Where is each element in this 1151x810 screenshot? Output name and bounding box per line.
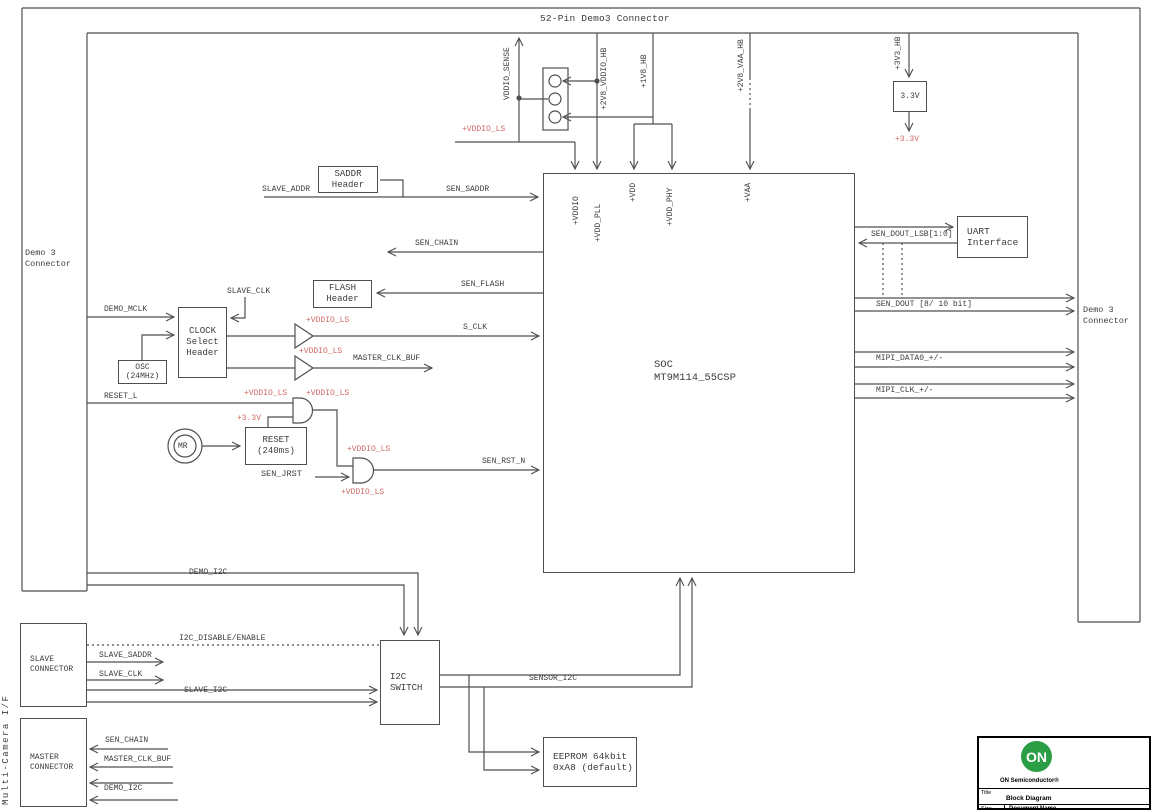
rail-vddio-ls-gate2b: +VDDIO_LS: [341, 488, 384, 497]
net-demo-i2c-master: DEMO_I2C: [104, 784, 142, 793]
rail-vddio-ls-buf2: +VDDIO_LS: [299, 347, 342, 356]
net-slave-addr: SLAVE_ADDR: [262, 185, 310, 194]
net-master-clk-buf: MASTER_CLK_BUF: [353, 354, 420, 363]
rail-vddio-ls-buf1: +VDDIO_LS: [306, 316, 349, 325]
multicam-if-label: Multi-Camera I/F: [2, 695, 10, 805]
net-mipi-data0: MIPI_DATA0_+/-: [876, 354, 943, 363]
net-2v8-vaa-hb: +2V8_VAA_HB: [738, 39, 746, 92]
docname-label: Document Name: [1009, 806, 1056, 810]
net-3v3-hb: +3V3_HB: [895, 36, 903, 70]
soc-pin-vaa: +VAA: [745, 183, 753, 202]
net-i2c-disable: I2C_DISABLE/ENABLE: [179, 634, 265, 643]
master-connector-box: MASTER CONNECTOR: [20, 718, 87, 807]
flash-header-box: FLASH Header: [313, 280, 372, 308]
mr-button-label: MR: [178, 442, 188, 451]
on-semiconductor-logo: ON: [1021, 741, 1052, 772]
rail-vddio-ls-gate1a: +VDDIO_LS: [244, 389, 287, 398]
left-connector-label: Demo 3 Connector: [25, 248, 71, 270]
schematic-canvas: 52-Pin Demo3 Connector Demo 3 Connector …: [0, 0, 1151, 810]
net-sen-dout: SEN_DOUT [8/ 10 bit]: [876, 300, 972, 309]
title-block: ON ON Semiconductor® Title Block Diagram…: [977, 736, 1151, 810]
net-reset-l: RESET_L: [104, 392, 138, 401]
soc-pin-vddio: +VDDIO: [573, 196, 581, 225]
title-row-divider: [979, 788, 1149, 789]
reset-box: RESET (240ms): [245, 427, 307, 465]
rail-3v3-reset: +3.3V: [237, 414, 261, 423]
rail-vddio-ls-gate1b: +VDDIO_LS: [306, 389, 349, 398]
net-mipi-clk: MIPI_CLK_+/-: [876, 386, 934, 395]
clock-select-header-box: CLOCK Select Header: [178, 307, 227, 378]
net-master-clk-buf-master: MASTER_CLK_BUF: [104, 755, 171, 764]
net-2v8-vddio-hb: +2V8_VDDIO_HB: [601, 48, 609, 110]
rail-vddio-ls: +VDDIO_LS: [462, 125, 505, 134]
saddr-header-box: SADDR Header: [318, 166, 378, 193]
net-slave-clk-top: SLAVE_CLK: [227, 287, 270, 296]
soc-pin-vdd: +VDD: [630, 183, 638, 202]
net-demo-i2c-top: DEMO_I2C: [189, 568, 227, 577]
title-label: Title: [981, 790, 991, 796]
slave-connector-box: SLAVE CONNECTOR: [20, 623, 87, 707]
net-slave-i2c: SLAVE_I2C: [184, 686, 227, 695]
net-sen-dout-lsb: SEN_DOUT_LSB[1:0]: [871, 230, 953, 239]
net-sen-flash: SEN_FLASH: [461, 280, 504, 289]
soc-pin-vdd-pll: +VDD_PLL: [595, 204, 603, 242]
soc-pin-vdd-phy: +VDD_PHY: [667, 188, 675, 226]
net-sensor-i2c: SENSOR_I2C: [529, 674, 577, 683]
rail-vddio-ls-gate2a: +VDDIO_LS: [347, 445, 390, 454]
net-sen-saddr: SEN_SADDR: [446, 185, 489, 194]
rail-3v3-out: +3.3V: [895, 135, 919, 144]
uart-interface-box: UART Interface: [957, 216, 1028, 258]
net-slave-clk-bottom: SLAVE_CLK: [99, 670, 142, 679]
size-label: Size: [981, 806, 992, 810]
net-sen-chain-master: SEN_CHAIN: [105, 736, 148, 745]
right-connector-label: Demo 3 Connector: [1083, 305, 1129, 327]
regulator-3v3-box: 3.3V: [893, 81, 927, 112]
soc-block: SOC MT9M114_55CSP: [543, 173, 855, 573]
net-slave-saddr: SLAVE_SADDR: [99, 651, 152, 660]
net-vddio-sense: VDDIO_SENSE: [504, 47, 512, 100]
eeprom-box: EEPROM 64kbit 0xA8 (default): [543, 737, 637, 787]
soc-name: SOC MT9M114_55CSP: [654, 359, 736, 385]
osc-box: OSC (24MHz): [118, 360, 167, 384]
brand-text: ON Semiconductor®: [1000, 778, 1059, 784]
net-1v8-hb: +1V8_HB: [641, 54, 649, 88]
net-sen-rst-n: SEN_RST_N: [482, 457, 525, 466]
size-column-divider: [1004, 804, 1005, 810]
net-s-clk: S_CLK: [463, 323, 487, 332]
title-value: Block Diagram: [1006, 795, 1052, 802]
net-sen-jrst: SEN_JRST: [261, 470, 302, 479]
connector-title: 52-Pin Demo3 Connector: [540, 13, 670, 24]
net-demo-mclk: DEMO_MCLK: [104, 305, 147, 314]
net-sen-chain: SEN_CHAIN: [415, 239, 458, 248]
i2c-switch-box: I2C SWITCH: [380, 640, 440, 725]
